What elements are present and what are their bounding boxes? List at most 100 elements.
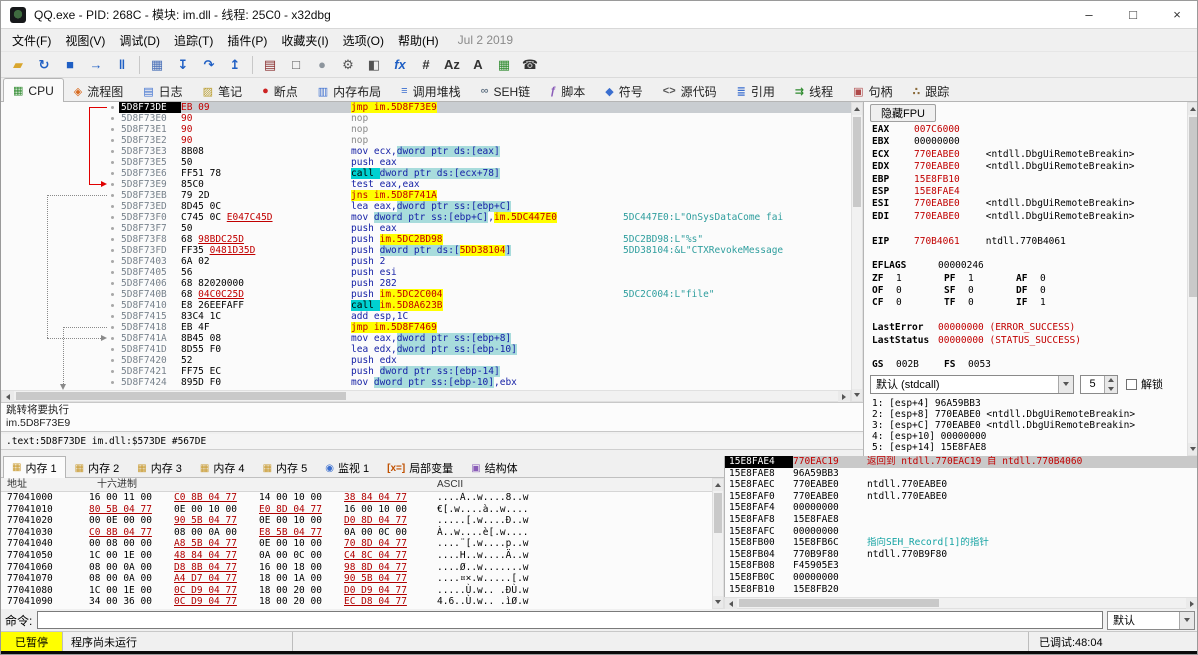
disasm-row[interactable]: 5D8F73F0C745 0C E047C45Dmov dword ptr ss…	[119, 212, 851, 223]
dump-row[interactable]: 7704107008 00 0A 00A4 D7 04 7718 00 1A 0…	[1, 573, 724, 585]
dump-row[interactable]: 7704102000 0E 00 0090 5B 04 770E 00 10 0…	[1, 515, 724, 527]
scroll-down-icon[interactable]	[852, 389, 862, 401]
stack-row[interactable]: 15E8FB0015E8FB6C指向SEH_Record[1]的指针	[725, 537, 1198, 549]
menu-trace[interactable]: 追踪(T)	[167, 32, 220, 50]
scroll-track[interactable]	[14, 391, 838, 401]
spin-up-icon[interactable]	[1105, 376, 1117, 385]
disasm-h-scrollbar[interactable]	[1, 390, 851, 402]
disasm-row[interactable]: 5D8F73E38B08mov ecx,dword ptr ds:[eax]	[119, 146, 851, 157]
dump-panel[interactable]: ▦内存 1▦内存 2▦内存 3▦内存 4▦内存 5◉监视 1[x=]局部变量▣结…	[1, 456, 724, 609]
dump-row[interactable]: 7704109034 00 36 000C D9 04 7718 00 20 0…	[1, 596, 724, 608]
disasm-row[interactable]: 5D8F7418EB 4Fjmp im.5D8F7469	[119, 322, 851, 333]
tab-call-stack[interactable]: ≡调用堆栈	[391, 80, 470, 101]
tab-notes[interactable]: ▨笔记	[193, 80, 252, 101]
hide-fpu-button[interactable]: 隐藏FPU	[870, 104, 936, 122]
disasm-row[interactable]: 5D8F7410E8 26EEFAFFcall im.5D8A623B	[119, 300, 851, 311]
disasm-row[interactable]: 5D8F741A8B45 08mov eax,dword ptr ss:[ebp…	[119, 333, 851, 344]
disasm-row[interactable]: 5D8F73E190nop	[119, 124, 851, 135]
dump-tab-memory-2[interactable]: ▦内存 2	[66, 458, 129, 477]
tab-threads[interactable]: ⇉线程	[785, 80, 843, 101]
tab-trace[interactable]: ∴跟踪	[903, 80, 960, 101]
menu-plugins[interactable]: 插件(P)	[220, 32, 274, 50]
disasm-row[interactable]: 5D8F73FDFF35 0481D35Dpush dword ptr ds:[…	[119, 245, 851, 256]
disasm-row[interactable]: 5D8F73E550push eax	[119, 157, 851, 168]
chevron-down-icon[interactable]	[1058, 376, 1073, 393]
stack-h-scrollbar[interactable]	[724, 597, 1198, 609]
close-button[interactable]: ×	[1155, 1, 1198, 29]
stop-icon[interactable]: ■	[58, 54, 82, 76]
scroll-down-icon[interactable]	[713, 596, 723, 608]
tab-graph[interactable]: ◈流程图	[64, 80, 133, 101]
stack-row[interactable]: 15E8FB1015E8FB20	[725, 584, 1198, 596]
calculator-fx-icon[interactable]: fx	[388, 54, 412, 76]
disasm-row[interactable]: 5D8F73E090nop	[119, 113, 851, 124]
settings-gear-icon[interactable]: ⚙	[336, 54, 360, 76]
open-file-icon[interactable]: ▰	[6, 54, 30, 76]
scroll-up-icon[interactable]	[713, 479, 723, 491]
scroll-thumb[interactable]	[1189, 117, 1197, 297]
scroll-up-icon[interactable]	[1188, 103, 1198, 115]
dump-row[interactable]: 7704100016 00 11 00C0 8B 04 7714 00 10 0…	[1, 492, 724, 504]
run-icon[interactable]: →	[84, 54, 108, 76]
disasm-row[interactable]: 5D8F740556push esi	[119, 267, 851, 278]
disasm-row[interactable]: 5D8F73E985C0test eax,eax	[119, 179, 851, 190]
menu-debug[interactable]: 调试(D)	[112, 32, 167, 50]
dump-tab-watch-1[interactable]: ◉监视 1	[316, 458, 378, 477]
registers-v-scrollbar[interactable]	[1187, 102, 1198, 456]
scroll-thumb[interactable]	[739, 599, 939, 607]
disasm-v-scrollbar[interactable]	[851, 102, 863, 402]
dump-row[interactable]: 7704104000 08 00 00A8 5B 04 770E 00 10 0…	[1, 538, 724, 550]
minimize-button[interactable]: –	[1067, 1, 1111, 29]
scroll-thumb[interactable]	[714, 493, 722, 533]
dump-row[interactable]: 7704106008 00 0A 00D8 8B 04 7716 00 18 0…	[1, 562, 724, 574]
scroll-thumb[interactable]	[16, 392, 346, 400]
disasm-row[interactable]: 5D8F7421FF75 ECpush dword ptr ss:[ebp-14…	[119, 366, 851, 377]
dump-row[interactable]: 770410501C 00 1E 0048 84 04 770A 00 0C 0…	[1, 550, 724, 562]
pause-icon[interactable]: ‖	[110, 54, 134, 76]
disasm-row[interactable]: 5D8F741D8D55 F0lea edx,dword ptr ss:[ebp…	[119, 344, 851, 355]
tab-handles[interactable]: ▣句柄	[843, 80, 902, 101]
dump-row[interactable]: 7704101080 5B 04 770E 00 10 00E0 8D 04 7…	[1, 504, 724, 516]
args-count-spinner[interactable]: 5	[1080, 375, 1118, 394]
tab-memory-map[interactable]: ▥内存布局	[308, 80, 391, 101]
scroll-track[interactable]	[713, 491, 723, 596]
scroll-track[interactable]	[852, 115, 862, 389]
stack-row[interactable]: 15E8FAE896A59BB3	[725, 468, 1198, 480]
step-over-icon[interactable]: ↷	[197, 54, 221, 76]
dump-tab-memory-4[interactable]: ▦内存 4	[191, 458, 254, 477]
scroll-track[interactable]	[1188, 115, 1198, 443]
stack-row[interactable]: 15E8FAFC00000000	[725, 526, 1198, 538]
menu-help[interactable]: 帮助(H)	[391, 32, 446, 50]
dump-v-scrollbar[interactable]	[712, 478, 724, 609]
dump-tab-struct[interactable]: ▣结构体	[462, 458, 526, 477]
scroll-thumb[interactable]	[853, 117, 861, 207]
scroll-down-icon[interactable]	[1188, 443, 1198, 455]
tab-references[interactable]: ≣引用	[727, 80, 785, 101]
maximize-button[interactable]: □	[1111, 1, 1155, 29]
restart-icon[interactable]: ↻	[32, 54, 56, 76]
stack-row[interactable]: 15E8FAF815E8FAE8	[725, 514, 1198, 526]
tab-source[interactable]: <>源代码	[653, 80, 727, 101]
disasm-row[interactable]: 5D8F741583C4 1Cadd esp,1C	[119, 311, 851, 322]
tab-symbols[interactable]: ◆符号	[595, 80, 652, 101]
disasm-row[interactable]: 5D8F7424895D F0mov dword ptr ss:[ebp-10]…	[119, 377, 851, 388]
help-phone-icon[interactable]: ☎	[518, 54, 542, 76]
run-to-return-icon[interactable]: ↥	[223, 54, 247, 76]
disasm-row[interactable]: 5D8F73F750push eax	[119, 223, 851, 234]
unlock-checkbox[interactable]	[1126, 379, 1137, 390]
disasm-row[interactable]: 5D8F73ED8D45 0Clea eax,dword ptr ss:[ebp…	[119, 201, 851, 212]
spin-down-icon[interactable]	[1105, 384, 1117, 393]
stack-row[interactable]: 15E8FB08F45905E3	[725, 560, 1198, 572]
menu-options[interactable]: 选项(O)	[336, 32, 391, 50]
disasm-row[interactable]: 5D8F73EB79 2Djns im.5D8F741A	[119, 190, 851, 201]
stack-panel[interactable]: 15E8FAE4770EAC19返回到 ntdll.770EAC19 自 ntd…	[724, 456, 1198, 609]
disasm-row[interactable]: 5D8F73F868 98BDC25Dpush im.5DC2BD985DC2B…	[119, 234, 851, 245]
disasm-row[interactable]: 5D8F742052push edx	[119, 355, 851, 366]
stack-row[interactable]: 15E8FAF400000000	[725, 502, 1198, 514]
calling-convention-select[interactable]: 默认 (stdcall)	[870, 375, 1074, 394]
menu-view[interactable]: 视图(V)	[58, 32, 112, 50]
attach-icon[interactable]: ●	[310, 54, 334, 76]
memory-map-icon[interactable]: ▦	[145, 54, 169, 76]
scroll-track[interactable]	[737, 598, 1186, 608]
chevron-down-icon[interactable]	[1179, 612, 1194, 629]
